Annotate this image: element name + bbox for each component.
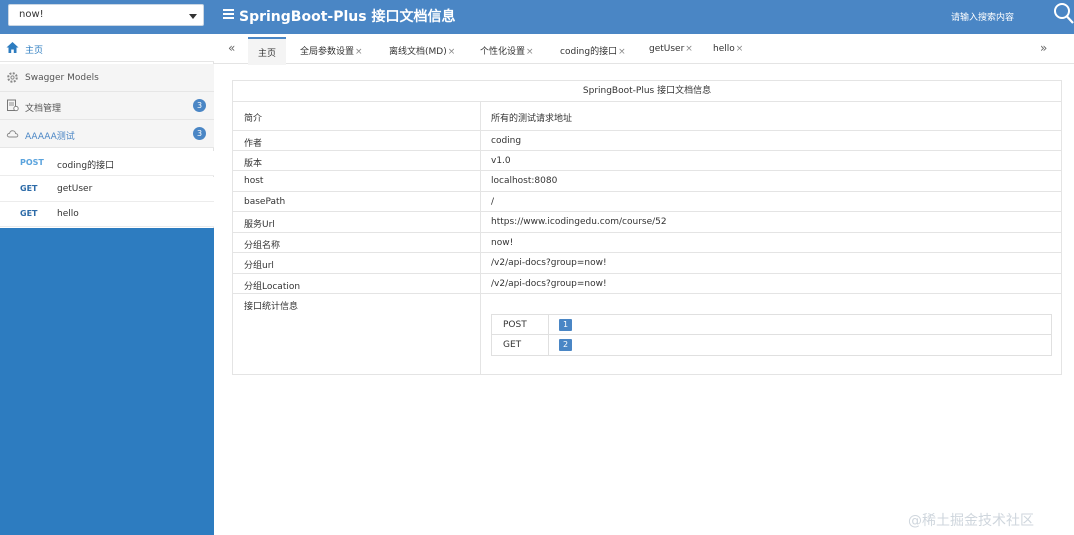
tab-label: getUser: [649, 44, 685, 54]
sidebar-item-aaaaa-test[interactable]: AAAAA测试 3: [0, 120, 214, 148]
method-label: POST: [20, 158, 44, 167]
tab-coding-api[interactable]: coding的接口×: [560, 44, 626, 57]
row-value: now!: [491, 238, 514, 248]
sidebar-item-label: Swagger Models: [25, 73, 99, 83]
table-row: host localhost:8080: [233, 171, 1061, 192]
row-key: 作者: [244, 139, 263, 149]
stats-method: POST: [503, 320, 527, 330]
tab-hello[interactable]: hello×: [713, 44, 743, 54]
row-value: https://www.icodingedu.com/course/52: [491, 217, 667, 227]
table-row: 分组名称 now!: [233, 233, 1061, 253]
row-key: 分组url: [244, 261, 274, 271]
row-value: coding: [491, 136, 522, 146]
row-key: 分组名称: [244, 241, 281, 251]
close-icon[interactable]: ×: [355, 47, 363, 57]
stats-divider: [548, 315, 549, 335]
row-key: 简介: [244, 114, 263, 124]
count-badge: 3: [193, 99, 206, 112]
row-value: /: [491, 197, 495, 207]
tab-label: 主页: [258, 49, 277, 59]
sidebar-item-swagger-models[interactable]: Swagger Models: [0, 64, 214, 92]
page-title: SpringBoot-Plus 接口文档信息: [239, 9, 456, 25]
tab-scroll-left-icon[interactable]: «: [228, 41, 235, 55]
group-select[interactable]: now!: [8, 4, 204, 26]
sidebar-item-doc-management[interactable]: 文档管理 3: [0, 92, 214, 120]
table-row: 分组Location /v2/api-docs?group=now!: [233, 274, 1061, 294]
table-row: 分组url /v2/api-docs?group=now!: [233, 253, 1061, 274]
sidebar-item-label: AAAAA测试: [25, 132, 75, 142]
tab-global-params[interactable]: 全局参数设置×: [300, 44, 363, 57]
sidebar-menu: 主页 Swagger Models 文档管理 3 AAAAA测试 3 POST …: [0, 34, 214, 228]
row-key: basePath: [244, 197, 286, 207]
tab-bar: « 主页 全局参数设置× 离线文档(MD)× 个性化设置× coding的接口×…: [214, 34, 1074, 65]
stats-method: GET: [503, 340, 522, 350]
row-key: 分组Location: [244, 282, 301, 292]
group-select-value: now!: [19, 9, 44, 20]
tab-label: hello: [713, 44, 735, 54]
table-row: 作者 coding: [233, 131, 1061, 151]
stats-row: POST 1: [492, 315, 1051, 335]
api-item-hello[interactable]: GET hello: [0, 202, 214, 227]
stats-divider: [548, 335, 549, 355]
api-name: coding的接口: [57, 161, 115, 171]
top-header: now! SpringBoot-Plus 接口文档信息 请输入搜索内容: [0, 0, 1074, 34]
search-icon[interactable]: [1053, 2, 1074, 24]
cloud-icon: [6, 130, 19, 138]
api-name: getUser: [57, 184, 93, 194]
row-value: /v2/api-docs?group=now!: [491, 279, 607, 289]
api-stats-table: POST 1 GET 2: [491, 314, 1052, 356]
tab-getuser[interactable]: getUser×: [649, 44, 693, 54]
table-row: 简介 所有的测试请求地址: [233, 102, 1061, 131]
row-value: localhost:8080: [491, 176, 558, 186]
api-name: hello: [57, 209, 79, 219]
row-key: 服务Url: [244, 220, 275, 230]
stats-row: GET 2: [492, 335, 1051, 355]
search-input[interactable]: 请输入搜索内容: [951, 10, 1014, 23]
tab-label: 个性化设置: [480, 47, 526, 57]
tab-label: 全局参数设置: [300, 47, 355, 57]
tab-home[interactable]: 主页: [248, 37, 287, 65]
tab-scroll-right-icon[interactable]: »: [1040, 41, 1047, 55]
table-row: 接口统计信息 POST 1 GET 2: [233, 294, 1061, 375]
tab-personalize[interactable]: 个性化设置×: [480, 44, 534, 57]
stats-count-badge: 1: [559, 319, 572, 331]
menu-icon[interactable]: [223, 9, 234, 20]
close-icon[interactable]: ×: [736, 44, 744, 54]
home-icon: [6, 42, 19, 53]
table-row: 服务Url https://www.icodingedu.com/course/…: [233, 212, 1061, 233]
watermark: @稀土掘金技术社区: [908, 513, 1034, 529]
row-value: /v2/api-docs?group=now!: [491, 258, 607, 268]
close-icon[interactable]: ×: [526, 47, 534, 57]
method-label: GET: [20, 209, 38, 218]
row-key: 接口统计信息: [244, 302, 299, 312]
api-item-coding[interactable]: POST coding的接口: [0, 151, 214, 176]
close-icon[interactable]: ×: [685, 44, 693, 54]
close-icon[interactable]: ×: [618, 47, 626, 57]
row-value: 所有的测试请求地址: [491, 114, 573, 124]
row-value: v1.0: [491, 156, 511, 166]
stats-count-badge: 2: [559, 339, 572, 351]
tab-offline-doc[interactable]: 离线文档(MD)×: [389, 44, 455, 57]
table-row: 版本 v1.0: [233, 151, 1061, 171]
method-label: GET: [20, 184, 38, 193]
row-key: host: [244, 176, 264, 186]
api-item-getuser[interactable]: GET getUser: [0, 177, 214, 202]
doc-info-table: SpringBoot-Plus 接口文档信息 简介 所有的测试请求地址 作者 c…: [232, 80, 1062, 375]
close-icon[interactable]: ×: [448, 47, 456, 57]
chevron-down-icon: [189, 14, 197, 19]
row-key: 版本: [244, 159, 263, 169]
document-icon: [7, 99, 19, 112]
gear-icon: [7, 72, 18, 83]
table-row: basePath /: [233, 192, 1061, 212]
sidebar-item-home[interactable]: 主页: [0, 34, 214, 62]
sidebar-item-label: 文档管理: [25, 104, 62, 114]
count-badge: 3: [193, 127, 206, 140]
doc-title: SpringBoot-Plus 接口文档信息: [233, 81, 1061, 102]
tab-label: 离线文档(MD): [389, 47, 447, 57]
tab-label: coding的接口: [560, 47, 618, 57]
sidebar-item-label: 主页: [25, 46, 44, 56]
sidebar: 主页 Swagger Models 文档管理 3 AAAAA测试 3 POST …: [0, 34, 214, 535]
